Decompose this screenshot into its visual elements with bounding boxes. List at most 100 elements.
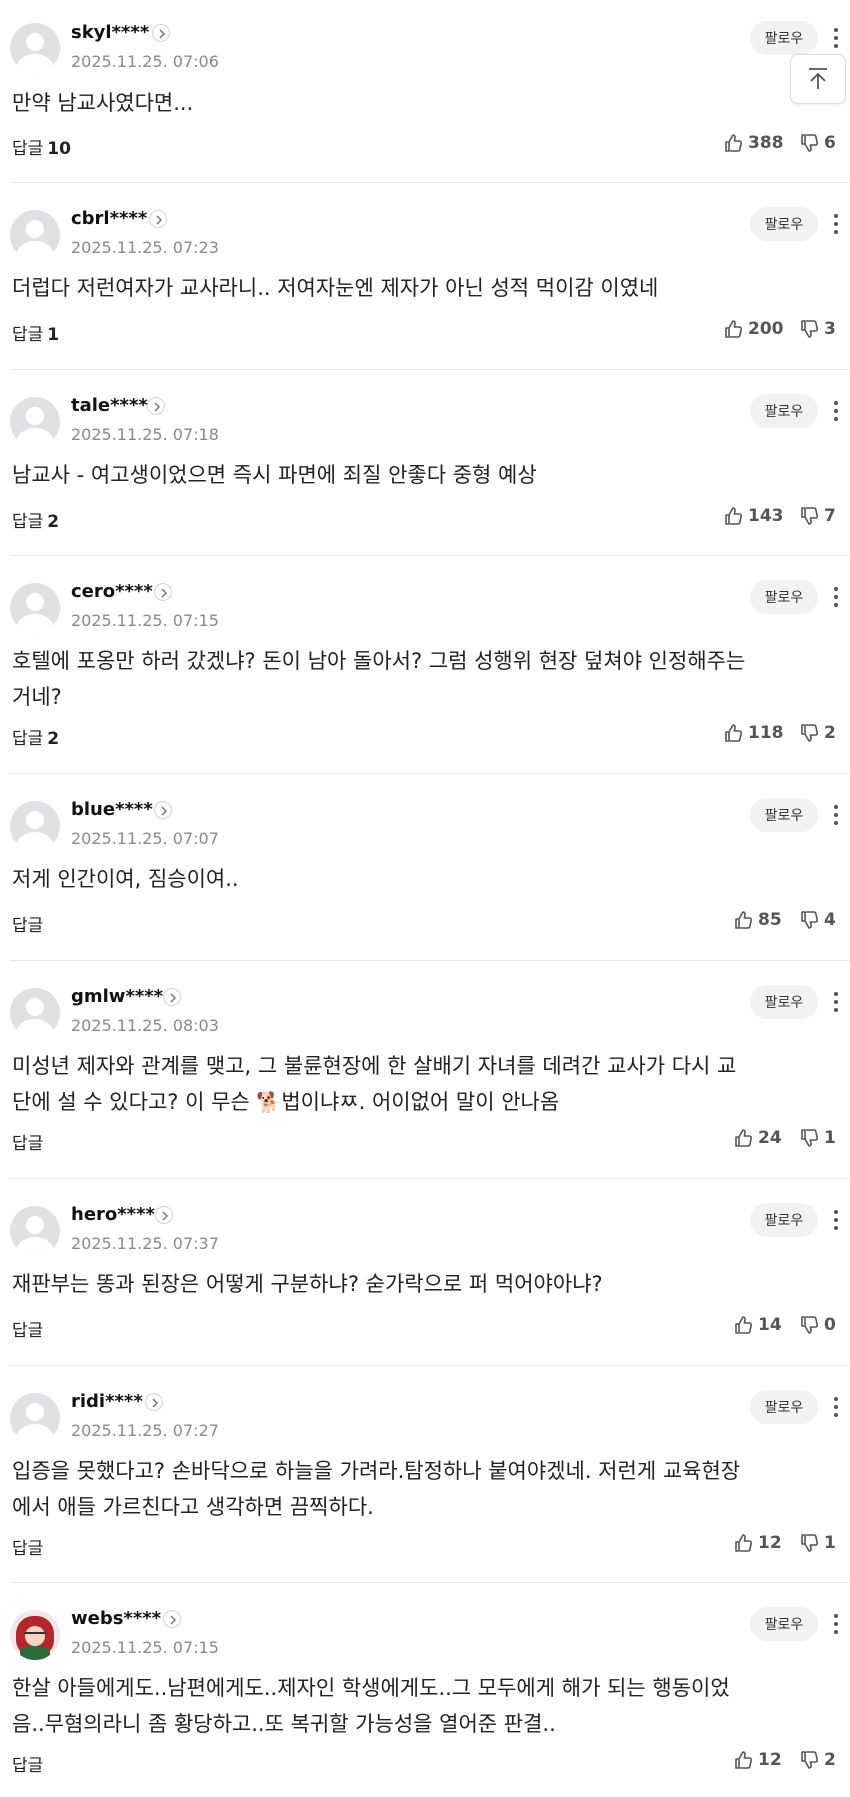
like-button[interactable]: 14 — [734, 1314, 782, 1336]
more-options-icon[interactable] — [828, 803, 844, 827]
dislike-button[interactable]: 0 — [800, 1314, 836, 1336]
follow-button[interactable]: 팔로우 — [750, 21, 818, 55]
dislike-button[interactable]: 2 — [800, 1749, 836, 1771]
scroll-to-top-button[interactable] — [790, 54, 846, 104]
username[interactable]: cero**** — [71, 581, 153, 602]
avatar[interactable] — [10, 988, 60, 1038]
like-count: 12 — [758, 1750, 782, 1770]
reply-button[interactable]: 답글 — [12, 911, 47, 936]
like-button[interactable]: 118 — [724, 722, 784, 744]
comment-item: tale**** 2025.11.25. 07:18 팔로우 남교사 - 여고생… — [0, 370, 850, 556]
follow-button[interactable]: 팔로우 — [750, 985, 818, 1019]
timestamp: 2025.11.25. 07:15 — [71, 611, 219, 630]
like-button[interactable]: 200 — [724, 318, 784, 340]
comment-text: 호텔에 포옹만 하러 갔겠냐? 돈이 남아 돌아서? 그럼 성행위 현장 덮쳐야… — [12, 649, 746, 709]
follow-button[interactable]: 팔로우 — [750, 580, 818, 614]
thumbs-down-icon — [801, 507, 819, 525]
avatar[interactable] — [10, 1393, 60, 1443]
dislike-count: 1 — [824, 1128, 836, 1148]
username[interactable]: gmlw**** — [71, 986, 163, 1007]
dislike-button[interactable]: 2 — [800, 722, 836, 744]
more-options-icon[interactable] — [828, 990, 844, 1014]
avatar[interactable] — [10, 397, 60, 447]
chevron-right-icon[interactable] — [149, 210, 167, 228]
chevron-right-icon[interactable] — [163, 1610, 181, 1628]
username[interactable]: hero**** — [71, 1204, 155, 1225]
thumbs-up-icon — [735, 1129, 753, 1147]
dislike-button[interactable]: 3 — [800, 318, 836, 340]
more-options-icon[interactable] — [828, 1612, 844, 1636]
comment-item: blue**** 2025.11.25. 07:07 팔로우 저게 인간이여, … — [0, 774, 850, 961]
chevron-right-icon[interactable] — [163, 988, 181, 1006]
avatar[interactable] — [10, 23, 60, 73]
username[interactable]: ridi**** — [71, 1391, 143, 1412]
reply-button[interactable]: 답글 1 — [12, 320, 59, 345]
reply-button[interactable]: 답글 10 — [12, 134, 71, 159]
reply-button[interactable]: 답글 2 — [12, 507, 59, 532]
dislike-button[interactable]: 4 — [800, 909, 836, 931]
follow-button[interactable]: 팔로우 — [750, 798, 818, 832]
like-button[interactable]: 24 — [734, 1127, 782, 1149]
follow-button[interactable]: 팔로우 — [750, 1203, 818, 1237]
more-options-icon[interactable] — [828, 1395, 844, 1419]
comment-text: 미성년 제자와 관계를 맺고, 그 불륜현장에 한 살배기 자녀를 데려간 교사… — [12, 1048, 840, 1120]
chevron-right-icon[interactable] — [155, 1206, 173, 1224]
dislike-button[interactable]: 6 — [800, 132, 836, 154]
more-options-icon[interactable] — [828, 212, 844, 236]
dislike-button[interactable]: 7 — [800, 505, 836, 527]
more-options-icon[interactable] — [828, 26, 844, 50]
comment-item: ridi**** 2025.11.25. 07:27 팔로우 입증을 못했다고?… — [0, 1366, 850, 1583]
username[interactable]: cbrl**** — [71, 208, 147, 229]
follow-button[interactable]: 팔로우 — [750, 1390, 818, 1424]
like-count: 118 — [748, 723, 784, 743]
like-count: 24 — [758, 1128, 782, 1148]
comment-text: 남교사 - 여고생이었으면 즉시 파면에 죄질 안좋다 중형 예상 — [12, 463, 537, 487]
timestamp: 2025.11.25. 07:15 — [71, 1638, 219, 1657]
dislike-button[interactable]: 1 — [800, 1532, 836, 1554]
avatar[interactable] — [10, 210, 60, 260]
comment-item: cero**** 2025.11.25. 07:15 팔로우 호텔에 포옹만 하… — [0, 556, 850, 774]
reply-count: 2 — [47, 729, 60, 749]
avatar[interactable] — [10, 801, 60, 851]
chevron-right-icon[interactable] — [152, 24, 170, 42]
like-button[interactable]: 143 — [724, 505, 784, 527]
dog-emoji-icon: 🐕 — [256, 1090, 282, 1114]
chevron-right-icon[interactable] — [154, 801, 172, 819]
username[interactable]: webs**** — [71, 1608, 161, 1629]
dislike-count: 7 — [824, 506, 836, 526]
username[interactable]: skyl**** — [71, 22, 149, 43]
follow-button[interactable]: 팔로우 — [750, 207, 818, 241]
username[interactable]: tale**** — [71, 395, 148, 416]
dislike-count: 3 — [824, 319, 836, 339]
timestamp: 2025.11.25. 07:27 — [71, 1421, 219, 1440]
avatar[interactable] — [10, 1206, 60, 1256]
like-button[interactable]: 12 — [734, 1532, 782, 1554]
reply-button[interactable]: 답글 — [12, 1129, 47, 1154]
more-options-icon[interactable] — [828, 399, 844, 423]
chevron-right-icon[interactable] — [147, 397, 165, 415]
thumbs-down-icon — [801, 1316, 819, 1334]
like-button[interactable]: 85 — [734, 909, 782, 931]
follow-button[interactable]: 팔로우 — [750, 394, 818, 428]
dislike-count: 1 — [824, 1533, 836, 1553]
thumbs-down-icon — [801, 1751, 819, 1769]
like-count: 388 — [748, 133, 784, 153]
thumbs-down-icon — [801, 1534, 819, 1552]
chevron-right-icon[interactable] — [145, 1393, 163, 1411]
reply-button[interactable]: 답글 2 — [12, 724, 59, 749]
dislike-button[interactable]: 1 — [800, 1127, 836, 1149]
reply-button[interactable]: 답글 — [12, 1751, 47, 1776]
like-button[interactable]: 12 — [734, 1749, 782, 1771]
reply-button[interactable]: 답글 — [12, 1534, 47, 1559]
username[interactable]: blue**** — [71, 799, 153, 820]
reply-button[interactable]: 답글 — [12, 1316, 47, 1341]
avatar[interactable] — [10, 583, 60, 633]
more-options-icon[interactable] — [828, 1208, 844, 1232]
like-button[interactable]: 388 — [724, 132, 784, 154]
more-options-icon[interactable] — [828, 585, 844, 609]
comment-item: gmlw**** 2025.11.25. 08:03 팔로우 미성년 제자와 관… — [0, 961, 850, 1179]
avatar[interactable] — [10, 1610, 60, 1660]
comment-text: 한살 아들에게도..남편에게도..제자인 학생에게도..그 모두에게 해가 되는… — [12, 1676, 730, 1736]
follow-button[interactable]: 팔로우 — [750, 1607, 818, 1641]
chevron-right-icon[interactable] — [154, 583, 172, 601]
